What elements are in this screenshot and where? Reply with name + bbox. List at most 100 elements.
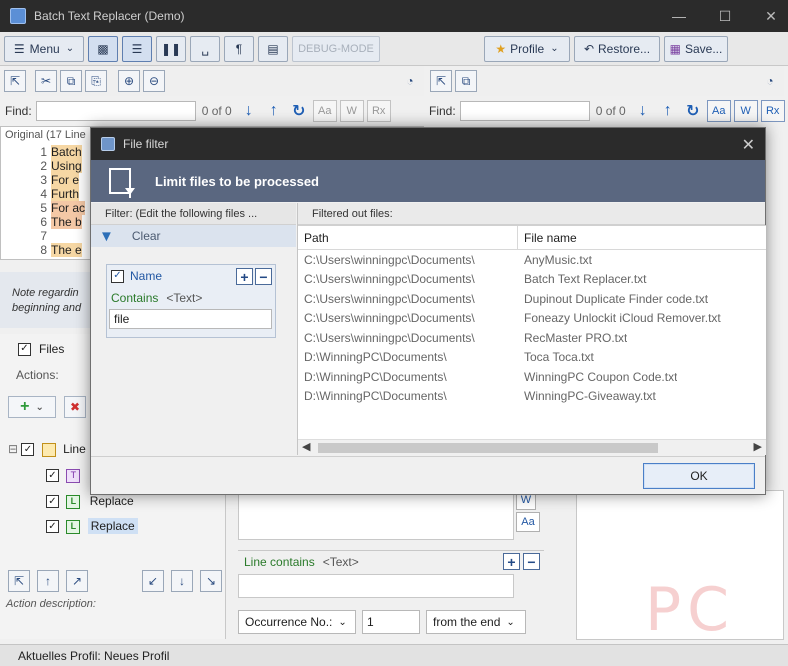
match-case-button[interactable]: Aa — [706, 100, 731, 122]
arrow-down-icon[interactable]: ↓ — [632, 100, 654, 122]
copy-icon[interactable]: ⧉ — [60, 70, 82, 92]
arrow-up-icon[interactable]: ↑ — [657, 100, 679, 122]
restore-button[interactable]: ↶ Restore... — [574, 35, 660, 62]
comment-button[interactable]: ▤ — [258, 35, 288, 62]
delete-action-icon[interactable]: ✖ — [64, 396, 86, 418]
column-path[interactable]: Path — [298, 225, 518, 250]
path-cell: C:\Users\winningpc\Documents\ — [304, 311, 475, 326]
zoom-out-icon[interactable]: ⊖ — [143, 70, 165, 92]
move-bottom-icon[interactable]: ↘ — [200, 570, 222, 592]
tree-row[interactable]: ✓ T — [46, 468, 81, 483]
table-row[interactable]: C:\Users\winningpc\Documents\ Batch Text … — [298, 270, 766, 290]
move-up-icon[interactable]: ↑ — [37, 570, 59, 592]
table-row[interactable]: C:\Users\winningpc\Documents\ RecMaster P… — [298, 328, 766, 348]
dialog-titlebar: File filter — [91, 128, 765, 160]
move-top-icon[interactable]: ⇱ — [8, 570, 30, 592]
clear-button[interactable]: ▼ Clear — [91, 225, 296, 247]
table-row[interactable]: D:\WinningPC\Documents\ Toca Toca.txt — [298, 348, 766, 368]
filename-cell: Toca Toca.txt — [524, 350, 594, 365]
maximize-icon[interactable]: ☐ — [702, 0, 748, 32]
find-input[interactable] — [459, 101, 590, 121]
find-count: 0 of 0 — [595, 104, 626, 118]
binoculars-icon[interactable]: ◔ — [399, 70, 421, 92]
move-right-up-icon[interactable]: ↗ — [66, 570, 88, 592]
find-bar-left: Find: 0 of 0 ↓ ↑ ↻ Aa W Rx — [0, 98, 426, 124]
hamburger-icon: ☰ — [13, 41, 25, 56]
move-down-icon[interactable]: ↓ — [171, 570, 193, 592]
zoom-in-icon[interactable]: ⊕ — [118, 70, 140, 92]
table-row[interactable]: C:\Users\winningpc\Documents\ AnyMusic.tx… — [298, 250, 766, 270]
find-input[interactable] — [35, 101, 196, 121]
match-case-button[interactable]: Aa — [516, 512, 540, 532]
add-icon[interactable]: + — [236, 268, 253, 285]
tree-row-selected[interactable]: ✓ L Replace — [46, 518, 138, 534]
from-end-select[interactable]: from the end ⌄ — [426, 610, 526, 634]
tree-row[interactable]: ✓ L Replace — [46, 494, 134, 509]
column-filename[interactable]: File name — [518, 231, 577, 245]
action-description-label: Action description: — [6, 598, 96, 610]
whole-word-button[interactable]: W — [339, 100, 364, 122]
profile-button[interactable]: ★ Profile ⌄ — [484, 35, 570, 62]
remove-icon[interactable]: − — [255, 268, 272, 285]
dialog-header: Limit files to be processed — [91, 160, 765, 202]
ok-button[interactable]: OK — [643, 463, 755, 489]
table-row[interactable]: C:\Users\winningpc\Documents\ Dupinout Du… — [298, 289, 766, 309]
find-label: Find: — [429, 104, 456, 118]
add-icon[interactable]: + — [503, 553, 520, 570]
pilcrow-button[interactable]: ¶ — [224, 35, 254, 62]
arrow-up-icon[interactable]: ↑ — [263, 100, 285, 122]
cut-icon[interactable]: ✂ — [35, 70, 57, 92]
name-label: Name — [130, 269, 163, 283]
menu-button[interactable]: ☰ Menu ⌄ — [4, 35, 84, 62]
refresh-icon[interactable]: ↻ — [682, 100, 704, 122]
table-row[interactable]: D:\WinningPC\Documents\ WinningPC-Giveawa… — [298, 387, 766, 407]
contains-label[interactable]: Contains — [111, 291, 158, 305]
binoculars-icon[interactable]: ◔ — [759, 70, 781, 92]
filter-value-input[interactable]: file — [109, 309, 272, 329]
window-title: Batch Text Replacer (Demo) — [34, 9, 185, 23]
list-icon: ☰ — [131, 41, 143, 56]
refresh-icon[interactable]: ↻ — [288, 100, 310, 122]
save-button[interactable]: ▦ Save... — [664, 35, 728, 62]
text-icon: T — [66, 468, 81, 483]
table-row[interactable]: C:\Users\winningpc\Documents\ Foneazy Unl… — [298, 309, 766, 329]
split-view-button[interactable]: ❚❚ — [156, 35, 186, 62]
find-count: 0 of 0 — [201, 104, 232, 118]
select-icon[interactable]: ⇱ — [4, 70, 26, 92]
scrollbar-thumb[interactable] — [318, 443, 658, 453]
find-label: Find: — [5, 104, 32, 118]
scroll-left-icon[interactable]: ◀ — [302, 440, 310, 453]
remove-icon[interactable]: − — [523, 553, 540, 570]
regex-button[interactable]: Rx — [760, 100, 785, 122]
whitespace-button[interactable]: ␣ — [190, 35, 220, 62]
occurrence-select[interactable]: Occurrence No.: ⌄ — [238, 610, 356, 634]
arrow-down-icon[interactable]: ↓ — [238, 100, 260, 122]
tree-row[interactable]: ⊟ ✓ Line — [8, 442, 86, 457]
add-action-button[interactable]: + ⌄ — [8, 396, 56, 418]
save-label: Save... — [684, 41, 723, 56]
whole-word-button[interactable]: W — [733, 100, 758, 122]
line-contains-input[interactable] — [238, 574, 514, 598]
select-icon[interactable]: ⇱ — [430, 70, 452, 92]
paste-icon[interactable]: ⎘ — [85, 70, 107, 92]
regex-button[interactable]: Rx — [366, 100, 391, 122]
copy-icon[interactable]: ⧉ — [455, 70, 477, 92]
match-case-button[interactable]: Aa — [312, 100, 337, 122]
debug-mode-button[interactable]: DEBUG-MODE — [292, 35, 380, 62]
horizontal-scrollbar[interactable]: ◀ ▶ — [298, 439, 766, 455]
file-icon: ▩ — [97, 41, 109, 56]
minimize-icon[interactable]: — — [656, 0, 702, 32]
find-bar-right: Find: 0 of 0 ↓ ↑ ↻ Aa W Rx — [424, 98, 788, 124]
tab-files[interactable]: ✓ Files — [18, 342, 64, 356]
occurrence-spinner[interactable]: 1 — [362, 610, 420, 634]
file-mode-button[interactable]: ▩ — [88, 35, 118, 62]
undo-icon: ↶ — [583, 41, 595, 56]
list-mode-button[interactable]: ☰ — [122, 35, 152, 62]
scroll-right-icon[interactable]: ▶ — [754, 440, 762, 453]
table-row[interactable]: D:\WinningPC\Documents\ WinningPC Coupon … — [298, 367, 766, 387]
close-icon[interactable]: ✕ — [742, 135, 755, 155]
move-left-down-icon[interactable]: ↙ — [142, 570, 164, 592]
checkbox-icon[interactable]: ✓ — [111, 269, 124, 283]
close-icon[interactable]: ✕ — [748, 0, 788, 32]
chevron-down-icon: ⌄ — [338, 616, 347, 628]
